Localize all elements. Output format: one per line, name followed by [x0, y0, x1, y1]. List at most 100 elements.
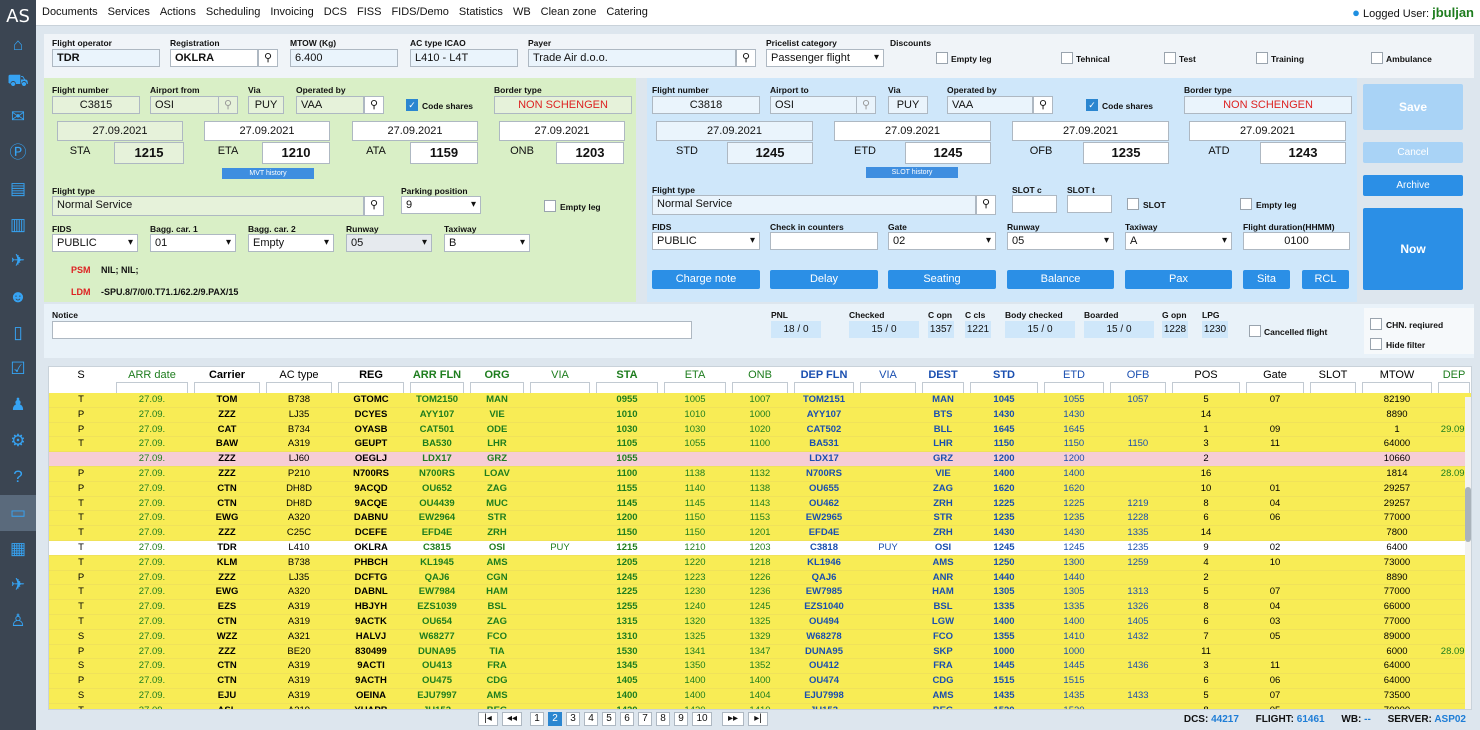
column-header[interactable]: S	[49, 369, 113, 381]
save-button[interactable]: Save	[1363, 84, 1463, 130]
checkin-field[interactable]	[770, 232, 878, 250]
ata-time[interactable]: 1159	[410, 142, 478, 164]
page-9-button[interactable]: 9	[674, 712, 688, 726]
rcl-button[interactable]: RCL	[1302, 270, 1349, 289]
page-8-button[interactable]: 8	[656, 712, 670, 726]
sita-button[interactable]: Sita	[1243, 270, 1290, 289]
actype-field[interactable]: L410 - L4T	[410, 49, 518, 67]
dep-empty-leg-checkbox[interactable]	[1240, 198, 1252, 210]
slot-checkbox[interactable]	[1127, 198, 1139, 210]
page-3-button[interactable]: 3	[566, 712, 580, 726]
discount-checkbox[interactable]	[936, 52, 948, 64]
onb-time[interactable]: 1203	[556, 142, 624, 164]
mvt-history-button[interactable]: MVT history	[222, 168, 314, 179]
cancel-button[interactable]: Cancel	[1363, 142, 1463, 163]
grid-icon[interactable]: ▦	[0, 531, 36, 567]
dep-border-type-field[interactable]: NON SCHENGEN	[1184, 96, 1352, 114]
table-row[interactable]: P 27.09. ZZZ LJ35 DCFTG QAJ6 CGN 1245 1223 1226 QA…	[49, 570, 1471, 586]
table-scrollbar[interactable]	[1465, 397, 1471, 709]
menu-item-services[interactable]: Services	[108, 6, 150, 18]
chn-required-checkbox[interactable]	[1370, 318, 1382, 330]
gate-select[interactable]: 02	[888, 232, 996, 250]
discount-checkbox[interactable]	[1061, 52, 1073, 64]
slot-t-field[interactable]	[1067, 195, 1112, 213]
sta-date[interactable]: 27.09.2021	[57, 121, 183, 141]
balance-button[interactable]: Balance	[1007, 270, 1114, 289]
table-row[interactable]: P 27.09. CTN DH8D 9ACQD OU652 ZAG 1155 1140 1138 O…	[49, 481, 1471, 497]
menu-item-catering[interactable]: Catering	[606, 6, 648, 18]
column-header[interactable]: Carrier	[191, 369, 263, 381]
ofb-date[interactable]: 27.09.2021	[1012, 121, 1169, 141]
home-icon[interactable]: ⌂	[0, 27, 36, 63]
search-icon[interactable]: ⚲	[1033, 96, 1053, 114]
checklist-icon[interactable]: ☑	[0, 351, 36, 387]
dep-taxiway-select[interactable]: A	[1125, 232, 1232, 250]
arr-operated-by-field[interactable]: VAA	[296, 96, 364, 114]
building-icon[interactable]: ▥	[0, 207, 36, 243]
table-row[interactable]: T 27.09. EWG A320 DABNU EW2964 STR 1200 1150 1153…	[49, 511, 1471, 527]
table-row[interactable]: T 27.09. ZZZ C25C DCEFE EFD4E ZRH 1150 1150 1201 E…	[49, 526, 1471, 541]
column-header[interactable]: REG	[335, 369, 407, 381]
prev-page-button[interactable]: ◂◂	[502, 712, 522, 726]
menu-item-scheduling[interactable]: Scheduling	[206, 6, 260, 18]
search-icon[interactable]: ⚲	[218, 96, 238, 114]
notice-field[interactable]	[52, 321, 692, 339]
page-1-button[interactable]: 1	[530, 712, 544, 726]
hide-filter-checkbox[interactable]	[1370, 338, 1382, 350]
page-7-button[interactable]: 7	[638, 712, 652, 726]
arr-flight-type-field[interactable]: Normal Service	[52, 196, 364, 216]
mobile-icon[interactable]: ▯	[0, 315, 36, 351]
plane-sign-icon[interactable]: ✈	[0, 567, 36, 603]
gear-icon[interactable]: ⚙	[0, 423, 36, 459]
menu-item-clean-zone[interactable]: Clean zone	[541, 6, 597, 18]
dep-operated-by-field[interactable]: VAA	[947, 96, 1033, 114]
table-row[interactable]: 27.09. ZZZ LJ60 OEGLJ LDX17 GRZ 1055 LDX17 GRZ 12…	[49, 452, 1471, 467]
last-page-button[interactable]: ▸|	[748, 712, 768, 726]
table-row[interactable]: P 27.09. ZZZ BE20 830499 DUNA95 TIA 1530 1341 134…	[49, 644, 1471, 660]
menu-item-documents[interactable]: Documents	[42, 6, 98, 18]
archive-icon[interactable]: ▤	[0, 171, 36, 207]
page-4-button[interactable]: 4	[584, 712, 598, 726]
column-header[interactable]: VIA	[527, 369, 593, 381]
ata-date[interactable]: 27.09.2021	[352, 121, 478, 141]
etd-date[interactable]: 27.09.2021	[834, 121, 991, 141]
eta-date[interactable]: 27.09.2021	[204, 121, 330, 141]
table-row[interactable]: P 27.09. ZZZ P210 N700RS N700RS LOAV 1100 1138 11…	[49, 467, 1471, 482]
menu-item-fids-demo[interactable]: FIDS/Demo	[391, 6, 448, 18]
arr-taxiway-select[interactable]: B	[444, 234, 530, 252]
table-row[interactable]: S 27.09. EJU A319 OEINA EJU7997 AMS 1400 1400 140…	[49, 689, 1471, 704]
slot-c-field[interactable]	[1012, 195, 1057, 213]
first-page-button[interactable]: |◂	[478, 712, 498, 726]
mtow-field[interactable]: 6.400	[290, 49, 398, 67]
dep-via-field[interactable]: PUY	[888, 96, 928, 114]
slot-history-button[interactable]: SLOT history	[866, 167, 958, 178]
question-icon[interactable]: ?	[0, 459, 36, 495]
column-header[interactable]: POS	[1169, 369, 1243, 381]
parking-select[interactable]: 9	[401, 196, 481, 214]
plane-icon[interactable]: ✈	[0, 243, 36, 279]
group-icon[interactable]: ♟	[0, 387, 36, 423]
search-icon[interactable]: ⚲	[976, 195, 996, 215]
pax-button[interactable]: Pax	[1125, 270, 1232, 289]
column-header[interactable]: DEST	[919, 369, 967, 381]
arr-border-type-field[interactable]: NON SCHENGEN	[494, 96, 632, 114]
table-row[interactable]: T 27.09. TOM B738 GTOMC TOM2150 MAN 0955 1005 100…	[49, 393, 1471, 408]
menu-item-invoicing[interactable]: Invoicing	[270, 6, 313, 18]
std-date[interactable]: 27.09.2021	[656, 121, 813, 141]
page-6-button[interactable]: 6	[620, 712, 634, 726]
column-header[interactable]: OFB	[1107, 369, 1169, 381]
arr-runway-select[interactable]: 05	[346, 234, 432, 252]
dep-fids-select[interactable]: PUBLIC	[652, 232, 760, 250]
column-header[interactable]: ARR date	[113, 369, 191, 381]
seating-button[interactable]: Seating	[888, 270, 996, 289]
mail-icon[interactable]: ✉	[0, 99, 36, 135]
dep-runway-select[interactable]: 05	[1007, 232, 1114, 250]
column-header[interactable]: ORG	[467, 369, 527, 381]
table-row[interactable]: T 27.09. BAW A319 GEUPT BA530 LHR 1105 1055 1100 B…	[49, 437, 1471, 453]
airport-to-field[interactable]: OSI	[770, 96, 858, 114]
next-page-button[interactable]: ▸▸	[722, 712, 744, 726]
cart-icon[interactable]: ⛟	[0, 63, 36, 99]
search-icon[interactable]: ⚲	[736, 49, 756, 67]
column-header[interactable]: AC type	[263, 369, 335, 381]
search-icon[interactable]: ⚲	[364, 96, 384, 114]
